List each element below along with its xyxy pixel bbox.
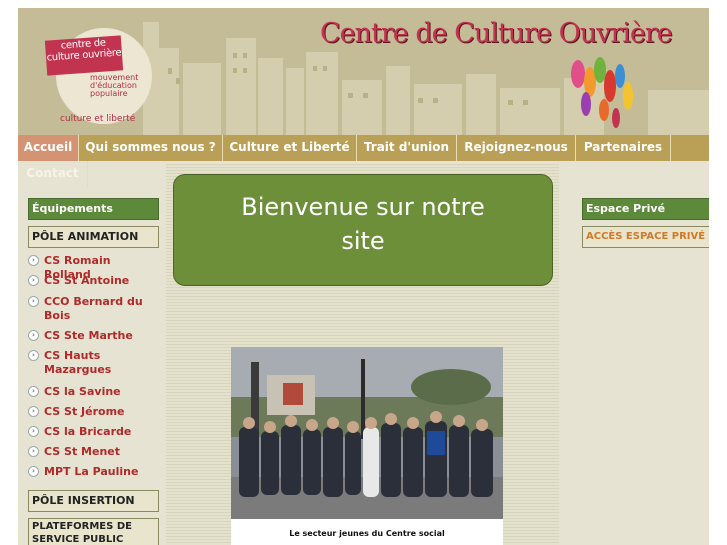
plateformes-heading[interactable]: PLATEFORMES DE SERVICE PUBLIC [28, 518, 159, 545]
acces-espace-prive-button[interactable]: ACCÈS ESPACE PRIVÉ [582, 226, 709, 248]
group-photo-image: Le secteur jeunes du Centre social [231, 347, 503, 545]
arrow-circle-icon: › [28, 296, 39, 307]
nav-rejoignez-nous[interactable]: Rejoignez-nous [457, 135, 576, 161]
sidebar-item-cs-st-antoine[interactable]: › CS St Antoine [28, 274, 156, 288]
sidebar-item-label: CS St Antoine [44, 274, 130, 287]
espace-prive-heading: Espace Privé [582, 198, 709, 220]
arrow-circle-icon: › [28, 330, 39, 341]
welcome-title-line-2: site [341, 227, 385, 255]
arrow-circle-icon: › [28, 350, 39, 361]
nav-partenaires[interactable]: Partenaires [576, 135, 671, 161]
nav-accueil[interactable]: Accueil [18, 135, 79, 161]
sidebar-item-cs-st-menet[interactable]: › CS St Menet [28, 445, 156, 459]
main-content: Bienvenue sur notre site Le secteur jeun… [166, 164, 559, 545]
pole-insertion-heading[interactable]: PÔLE INSERTION [28, 490, 159, 512]
welcome-title-line-1: Bienvenue sur notre [241, 193, 485, 221]
sidebar-item-cs-st-jerome[interactable]: › CS St Jérome [28, 405, 156, 419]
photo-caption: Le secteur jeunes du Centre social [289, 529, 445, 538]
sidebar-item-cs-hauts-mazargues[interactable]: › CS Hauts Mazargues [28, 349, 156, 377]
logo-tag-3: populaire [90, 89, 128, 98]
arrow-circle-icon: › [28, 406, 39, 417]
page-frame: centre de culture ouvrière mouvement d'é… [18, 8, 709, 545]
arrow-circle-icon: › [28, 275, 39, 286]
arrow-circle-icon: › [28, 446, 39, 457]
nav-qui-sommes-nous[interactable]: Qui sommes nous ? [79, 135, 223, 161]
logo-bottom-text: culture et liberté [60, 114, 136, 124]
arrow-circle-icon: › [28, 426, 39, 437]
nav-culture-et-liberte[interactable]: Culture et Liberté [223, 135, 357, 161]
sidebar-item-label: CS St Menet [44, 445, 120, 458]
right-sidebar: Espace Privé ACCÈS ESPACE PRIVÉ [581, 198, 709, 298]
left-sidebar: Équipements PÔLE ANIMATION › CS Romain Ro… [18, 198, 168, 545]
sidebar-item-cco-bernard-du-bois[interactable]: › CCO Bernard du Bois [28, 295, 156, 323]
sidebar-item-label: CS Hauts Mazargues [44, 349, 112, 376]
sidebar-item-cs-la-savine[interactable]: › CS la Savine [28, 385, 156, 399]
logo[interactable]: centre de culture ouvrière [44, 35, 124, 76]
equipements-heading[interactable]: Équipements [28, 198, 159, 220]
group-photo: Le secteur jeunes du Centre social [231, 347, 503, 545]
sidebar-item-label: CS la Bricarde [44, 425, 132, 438]
arrow-circle-icon: › [28, 255, 39, 266]
arrow-circle-icon: › [28, 386, 39, 397]
pole-animation-heading[interactable]: PÔLE ANIMATION [28, 226, 159, 248]
nav-contact[interactable]: Contact [18, 161, 88, 187]
sidebar-item-label: CS la Savine [44, 385, 121, 398]
welcome-banner: Bienvenue sur notre site [173, 174, 553, 286]
site-header: centre de culture ouvrière mouvement d'é… [18, 8, 709, 135]
arrow-circle-icon: › [28, 466, 39, 477]
sidebar-item-label: CS St Jérome [44, 405, 125, 418]
site-title: Centre de Culture Ouvrière [320, 18, 673, 49]
sidebar-item-cs-la-bricarde[interactable]: › CS la Bricarde [28, 425, 156, 439]
sidebar-item-label: CS Ste Marthe [44, 329, 133, 342]
logo-tagline: mouvement d'éducation populaire [90, 74, 170, 98]
nav-trait-d-union[interactable]: Trait d'union [357, 135, 457, 161]
sidebar-item-cs-ste-marthe[interactable]: › CS Ste Marthe [28, 329, 156, 343]
sidebar-item-label: CCO Bernard du Bois [44, 295, 143, 322]
sidebar-item-mpt-la-pauline[interactable]: › MPT La Pauline [28, 465, 156, 479]
main-nav: Accueil Qui sommes nous ? Culture et Lib… [18, 135, 709, 161]
sidebar-item-label: MPT La Pauline [44, 465, 139, 478]
balloons-illustration [571, 57, 633, 128]
